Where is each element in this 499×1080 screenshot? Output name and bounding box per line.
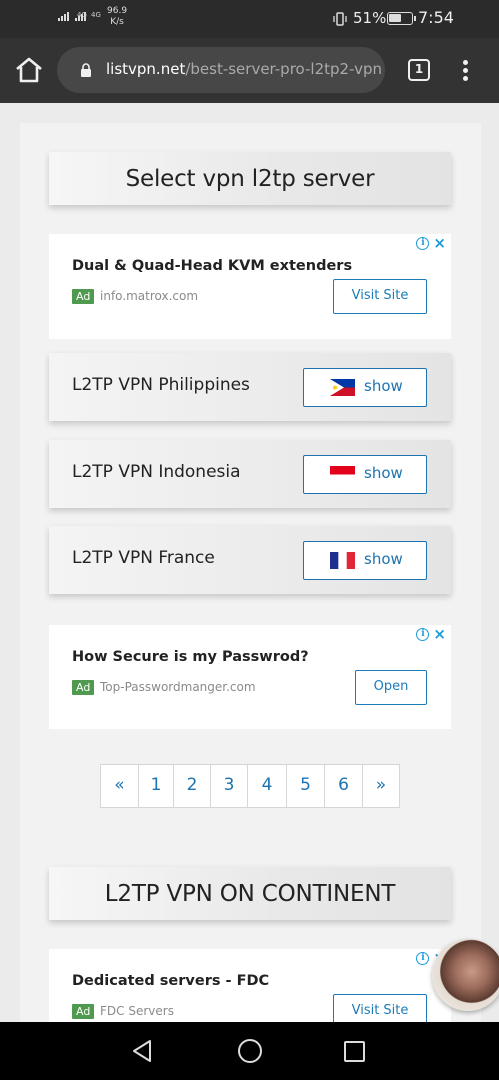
- lock-icon: [81, 63, 91, 77]
- show-button-indonesia[interactable]: show: [303, 455, 427, 494]
- pagination-page-3[interactable]: 3: [211, 765, 248, 807]
- server-name: L2TP VPN Philippines: [72, 375, 250, 395]
- ad-domain[interactable]: info.matrox.com: [100, 289, 198, 303]
- url-bar[interactable]: listvpn.net/best-server-pro-l2tp2-vpn: [57, 47, 385, 93]
- philippines-flag-icon: [330, 379, 355, 396]
- indonesia-flag-icon: [330, 466, 355, 483]
- visit-site-button[interactable]: Visit Site: [333, 279, 427, 314]
- show-button-philippines[interactable]: show: [303, 368, 427, 407]
- pagination: « 1 2 3 4 5 6 »: [100, 764, 400, 808]
- home-nav-icon[interactable]: [238, 1039, 262, 1063]
- network-speed: 96.9 K/s: [107, 6, 127, 28]
- show-button-france[interactable]: show: [303, 541, 427, 580]
- battery-icon: [387, 12, 416, 25]
- close-icon[interactable]: ×: [433, 236, 446, 251]
- vibrate-icon: [333, 12, 347, 26]
- speed-value: 96.9: [107, 6, 128, 16]
- show-label: show: [364, 550, 403, 568]
- ad-title[interactable]: Dual & Quad-Head KVM extenders: [72, 258, 352, 274]
- pagination-next[interactable]: »: [363, 765, 399, 807]
- page-title: Select vpn l2tp server: [125, 166, 375, 192]
- show-label: show: [364, 464, 403, 482]
- ad-title[interactable]: How Secure is my Passwrod?: [72, 649, 309, 665]
- section-heading-box: L2TP VPN ON CONTINENT: [49, 867, 451, 920]
- browser-toolbar: listvpn.net/best-server-pro-l2tp2-vpn 1: [0, 38, 499, 103]
- pagination-page-4[interactable]: 4: [248, 765, 287, 807]
- ad-card[interactable]: i × How Secure is my Passwrod? Ad Top-Pa…: [49, 625, 451, 729]
- ad-title[interactable]: Dedicated servers - FDC: [72, 973, 269, 989]
- pagination-prev[interactable]: «: [101, 765, 139, 807]
- pagination-page-2[interactable]: 2: [174, 765, 211, 807]
- server-name: L2TP VPN Indonesia: [72, 462, 241, 482]
- ad-badge: Ad: [72, 289, 95, 304]
- ad-choices[interactable]: i ×: [416, 627, 446, 642]
- ad-choices[interactable]: i ×: [416, 236, 446, 251]
- network-type-label-2: 4G: [91, 11, 101, 19]
- server-row-philippines: L2TP VPN Philippines show: [49, 353, 451, 421]
- home-icon[interactable]: [14, 56, 44, 84]
- url-text[interactable]: listvpn.net/best-server-pro-l2tp2-vpn: [106, 60, 382, 78]
- page-content: Select vpn l2tp server i × Dual & Quad-H…: [0, 103, 499, 1022]
- speed-unit: K/s: [110, 17, 124, 27]
- info-icon[interactable]: i: [416, 237, 430, 250]
- server-name: L2TP VPN France: [72, 548, 215, 568]
- ad-domain[interactable]: Top-Passwordmanger.com: [100, 680, 256, 694]
- back-icon[interactable]: [131, 1039, 153, 1063]
- ad-card[interactable]: i × Dual & Quad-Head KVM extenders Ad in…: [49, 234, 451, 339]
- show-label: show: [364, 377, 403, 395]
- server-row-france: L2TP VPN France show: [49, 526, 451, 594]
- status-bar: 4G 4G 96.9 K/s 51% 7:54: [0, 0, 499, 38]
- chat-head-avatar[interactable]: [432, 939, 499, 1011]
- battery-percent: 51%: [353, 9, 387, 27]
- recent-apps-icon[interactable]: [344, 1041, 365, 1062]
- overflow-menu-icon[interactable]: [459, 58, 473, 84]
- info-icon[interactable]: i: [416, 628, 430, 641]
- close-icon[interactable]: ×: [433, 627, 446, 642]
- section-heading: L2TP VPN ON CONTINENT: [104, 881, 396, 907]
- visit-site-button[interactable]: Visit Site: [333, 994, 427, 1022]
- ad-domain[interactable]: FDC Servers: [100, 1004, 174, 1018]
- page-title-box: Select vpn l2tp server: [49, 152, 451, 205]
- ad-card[interactable]: i × Dedicated servers - FDC Ad FDC Serve…: [49, 949, 451, 1022]
- open-button[interactable]: Open: [355, 670, 427, 705]
- clock: 7:54: [418, 8, 454, 27]
- tab-switcher-icon[interactable]: 1: [408, 59, 430, 81]
- url-domain: listvpn.net: [106, 60, 186, 78]
- system-nav-bar: [0, 1022, 499, 1080]
- france-flag-icon: [330, 552, 355, 569]
- ad-badge: Ad: [72, 680, 95, 695]
- info-icon[interactable]: i: [416, 952, 430, 965]
- network-type-label: 4G: [77, 11, 87, 19]
- pagination-page-5[interactable]: 5: [287, 765, 325, 807]
- pagination-page-1[interactable]: 1: [139, 765, 174, 807]
- server-row-indonesia: L2TP VPN Indonesia show: [49, 440, 451, 508]
- pagination-page-6[interactable]: 6: [325, 765, 363, 807]
- url-path: /best-server-pro-l2tp2-vpn: [185, 60, 382, 78]
- ad-badge: Ad: [72, 1004, 95, 1019]
